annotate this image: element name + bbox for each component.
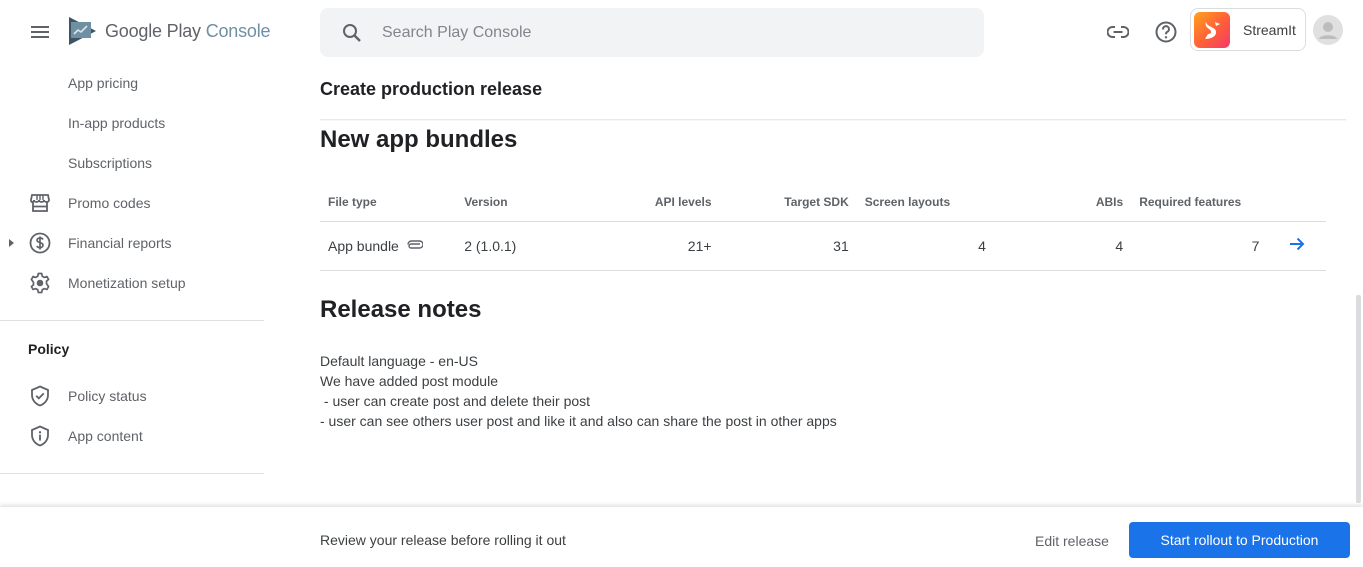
sidebar-item-label: Subscriptions — [68, 155, 153, 171]
sidebar-item-label: Promo codes — [68, 195, 151, 211]
sidebar-item-financial-reports[interactable]: Financial reports — [0, 225, 264, 261]
app-name: StreamIt — [1243, 21, 1296, 38]
cell-screen-layouts: 4 — [856, 221, 994, 271]
storefront-icon — [28, 191, 52, 215]
release-notes-line: We have added post module — [320, 373, 498, 389]
help-icon — [1155, 21, 1177, 43]
help-button[interactable] — [1150, 16, 1182, 48]
start-rollout-button[interactable]: Start rollout to Production — [1129, 522, 1350, 558]
gear-icon — [28, 271, 52, 295]
expand-caret-icon[interactable] — [8, 237, 16, 249]
column-header-target-sdk: Target SDK — [719, 184, 857, 222]
sidebar-item-app-content[interactable]: App content — [0, 418, 264, 454]
page-title: Create production release — [320, 79, 543, 99]
sidebar-item-label: App pricing — [68, 75, 139, 91]
column-header-file-type: File type — [320, 184, 457, 222]
new-app-bundles-heading: New app bundles — [320, 126, 518, 153]
hamburger-menu-icon — [31, 26, 49, 38]
sidebar-item-promo-codes[interactable]: Promo codes — [0, 185, 264, 221]
search-input[interactable] — [382, 23, 942, 42]
release-notes-text: Default language - en-US We have added p… — [320, 351, 837, 431]
sidebar-item-label: Policy status — [68, 388, 147, 404]
table-row[interactable]: App bundle 2 (1.0.1) 21+ 31 4 4 7 — [320, 221, 1326, 271]
top-app-bar: Google Play Console StreamIt — [0, 0, 1363, 64]
cell-required-features: 7 — [1131, 221, 1268, 271]
cell-api-levels: 21+ — [592, 221, 720, 271]
logo-text-console: Console — [205, 20, 271, 41]
release-action-bar: Review your release before rolling it ou… — [0, 507, 1363, 567]
sticky-header-shadow — [320, 119, 1346, 121]
sidebar-divider — [0, 473, 264, 474]
sidebar-section-policy: Policy — [28, 341, 70, 357]
column-header-screen-layouts: Screen layouts — [856, 184, 994, 222]
sidebar-item-label: App content — [68, 428, 143, 444]
cell-target-sdk: 31 — [719, 221, 857, 271]
cell-abis: 4 — [993, 221, 1132, 271]
page-scrollbar[interactable] — [1356, 295, 1361, 503]
cell-actions — [1267, 221, 1326, 271]
shield-check-icon — [28, 384, 52, 408]
sidebar-item-label: Financial reports — [68, 235, 172, 251]
sidebar-item-app-pricing[interactable]: App pricing — [0, 65, 264, 101]
sidebar-item-label: In-app products — [68, 115, 166, 131]
dollar-circle-icon — [28, 231, 52, 255]
copy-link-button[interactable] — [1102, 16, 1134, 48]
sidebar-nav: App pricing In-app products Subscription… — [0, 64, 264, 507]
file-type-value: App bundle — [328, 237, 399, 254]
app-icon — [1194, 11, 1230, 48]
cell-version: 2 (1.0.1) — [456, 221, 593, 271]
release-notes-line: Default language - en-US — [320, 353, 478, 369]
app-selector[interactable]: StreamIt — [1190, 8, 1306, 51]
play-console-logo[interactable]: Google Play Console — [68, 16, 271, 46]
view-bundle-details-button[interactable] — [1289, 237, 1305, 251]
main-content: Create production release New app bundle… — [264, 64, 1363, 507]
sidebar-item-monetization-setup[interactable]: Monetization setup — [0, 265, 264, 301]
column-header-actions — [1267, 184, 1326, 222]
release-notes-line: - user can create post and delete their … — [320, 393, 591, 409]
release-notes-heading: Release notes — [320, 296, 482, 323]
search-icon — [343, 23, 361, 42]
release-notes-line: - user can see others user post and like… — [320, 413, 837, 429]
attachment-icon — [407, 239, 424, 249]
streamit-logo-icon — [1205, 20, 1220, 39]
search-bar[interactable] — [320, 8, 984, 57]
column-header-version: Version — [456, 184, 593, 222]
account-person-icon — [1319, 22, 1337, 39]
sidebar-item-policy-status[interactable]: Policy status — [0, 378, 264, 414]
column-header-abis: ABIs — [993, 184, 1132, 222]
arrow-right-icon — [1289, 237, 1305, 251]
play-console-logo-icon — [69, 17, 96, 45]
column-header-required-features: Required features — [1131, 184, 1268, 222]
shield-info-icon — [28, 424, 52, 448]
sidebar-item-subscriptions[interactable]: Subscriptions — [0, 145, 264, 181]
app-bundles-table: File type Version API levels Target SDK … — [320, 184, 1326, 271]
edit-release-button[interactable]: Edit release — [1023, 523, 1121, 559]
table-header-row: File type Version API levels Target SDK … — [320, 184, 1326, 222]
column-header-api-levels: API levels — [592, 184, 720, 222]
sidebar-divider — [0, 320, 264, 321]
logo-text-google-play: Google Play — [105, 20, 201, 41]
sidebar-item-in-app-products[interactable]: In-app products — [0, 105, 264, 141]
review-message: Review your release before rolling it ou… — [320, 532, 566, 548]
cell-file-type: App bundle — [320, 221, 457, 271]
main-menu-button[interactable] — [22, 16, 58, 48]
sidebar-item-label: Monetization setup — [68, 275, 186, 291]
account-avatar[interactable] — [1313, 15, 1343, 45]
link-icon — [1107, 26, 1129, 38]
